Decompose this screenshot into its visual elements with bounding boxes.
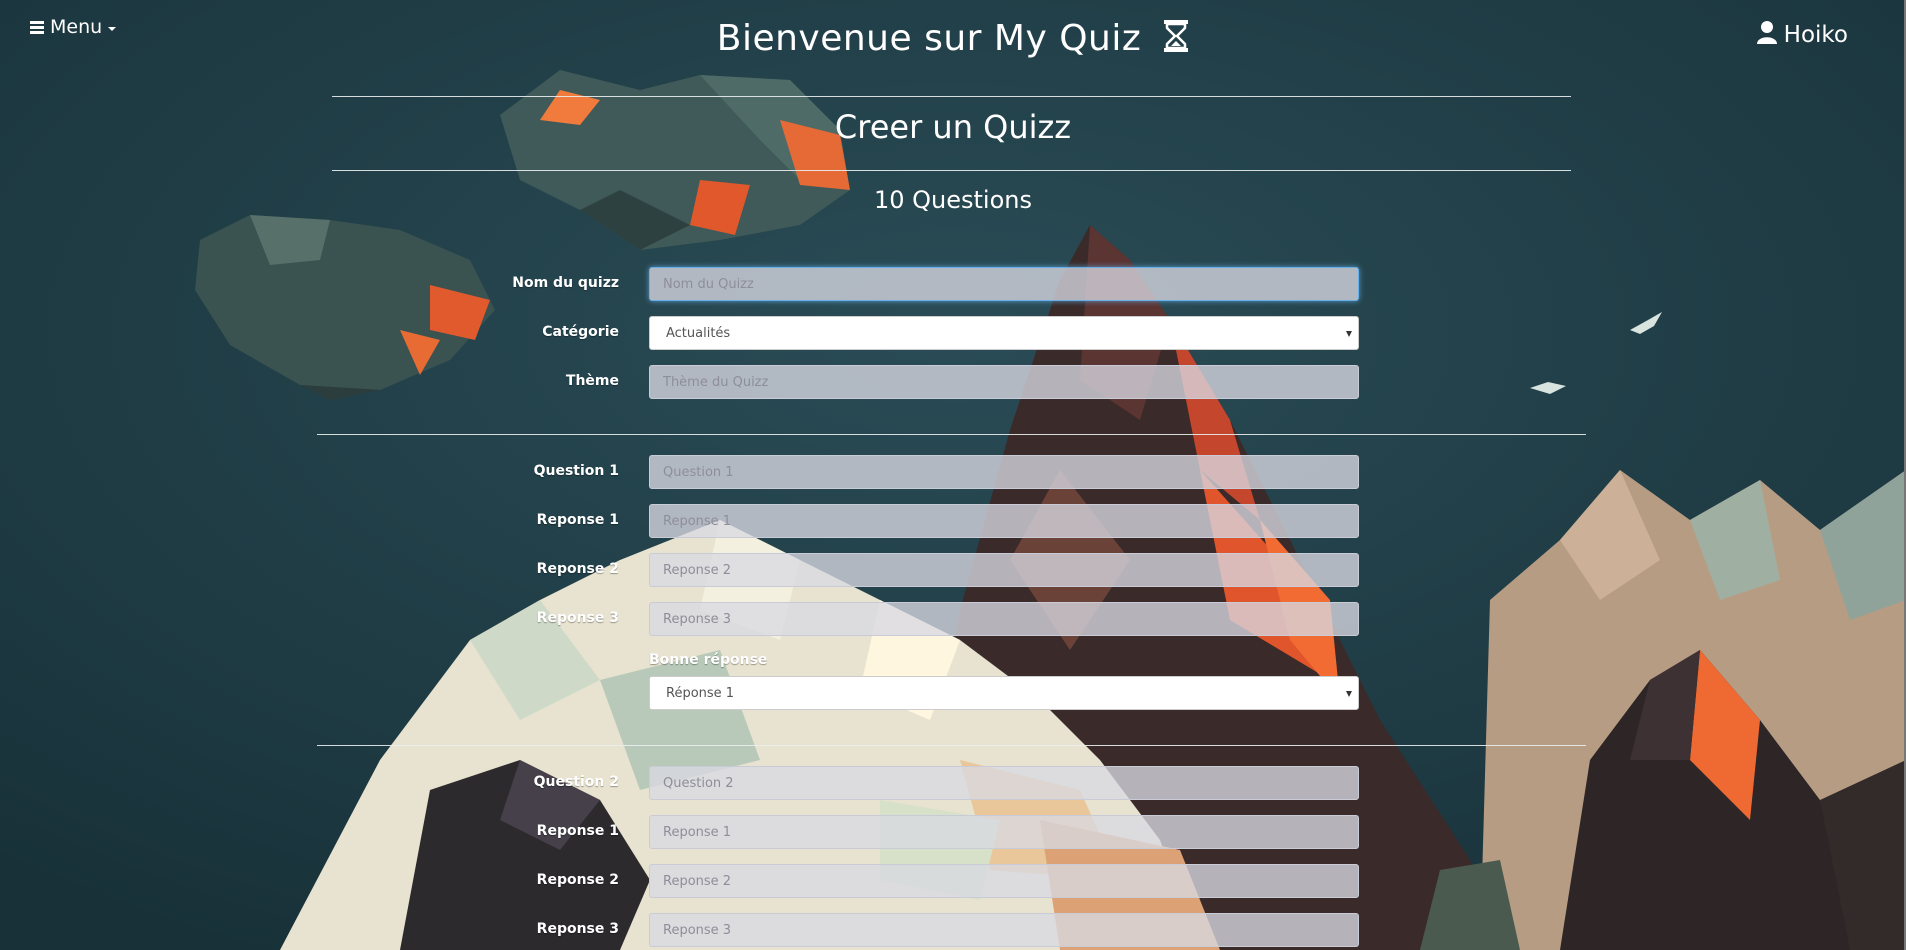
answer-label: Reponse 2 [536, 561, 619, 577]
divider [317, 434, 1586, 435]
correct-answer-row: Réponse 1 [0, 676, 1906, 710]
answer-input[interactable] [649, 815, 1359, 849]
question-row: Question 1 [0, 455, 1906, 489]
dropdown-arrow-icon [1346, 691, 1352, 697]
question-row: Question 2 [0, 766, 1906, 800]
user-account-button[interactable]: Hoiko [1756, 20, 1848, 50]
theme-row: Thème [0, 365, 1906, 399]
site-title-text: Bienvenue sur My Quiz [716, 18, 1142, 59]
quiz-name-row: Nom du quizz [0, 267, 1906, 301]
question-label: Question 2 [533, 774, 619, 790]
answer-input[interactable] [649, 504, 1359, 538]
answer-input[interactable] [649, 913, 1359, 947]
quiz-name-label: Nom du quizz [512, 275, 619, 291]
answer-row: Reponse 2 [0, 553, 1906, 587]
answer-row: Reponse 2 [0, 864, 1906, 898]
answer-row: Reponse 3 [0, 913, 1906, 947]
divider [332, 170, 1571, 171]
theme-input[interactable] [649, 365, 1359, 399]
category-label: Catégorie [542, 324, 619, 340]
answer-input[interactable] [649, 553, 1359, 587]
divider [332, 96, 1571, 97]
divider [317, 745, 1586, 746]
site-title: Bienvenue sur My Quiz [0, 18, 1906, 62]
category-select[interactable]: Actualités [649, 316, 1359, 350]
answer-input[interactable] [649, 864, 1359, 898]
page-layer: Menu Bienvenue sur My Quiz Hoiko Creer u… [0, 0, 1906, 950]
category-selected-value: Actualités [666, 326, 731, 341]
category-row: Catégorie Actualités [0, 316, 1906, 350]
answer-input[interactable] [649, 602, 1359, 636]
answer-label: Reponse 1 [536, 512, 619, 528]
correct-answer-selected-value: Réponse 1 [666, 686, 735, 701]
page-heading: Creer un Quizz [834, 108, 1072, 146]
user-name: Hoiko [1783, 22, 1848, 48]
correct-answer-select[interactable]: Réponse 1 [649, 676, 1359, 710]
question-input[interactable] [649, 766, 1359, 800]
answer-row: Reponse 3 [0, 602, 1906, 636]
question-label: Question 1 [533, 463, 619, 479]
answer-label: Reponse 1 [536, 823, 619, 839]
answer-row: Reponse 1 [0, 504, 1906, 538]
question-count: 10 Questions [873, 186, 1032, 214]
answer-label: Reponse 2 [536, 872, 619, 888]
quiz-name-input[interactable] [649, 267, 1359, 301]
question-input[interactable] [649, 455, 1359, 489]
theme-label: Thème [565, 373, 619, 389]
answer-label: Reponse 3 [536, 610, 619, 626]
correct-answer-label: Bonne réponse [649, 652, 768, 668]
hourglass-icon [1163, 19, 1189, 62]
dropdown-arrow-icon [1346, 331, 1352, 337]
user-icon [1756, 20, 1778, 50]
answer-label: Reponse 3 [536, 921, 619, 937]
answer-row: Reponse 1 [0, 815, 1906, 849]
